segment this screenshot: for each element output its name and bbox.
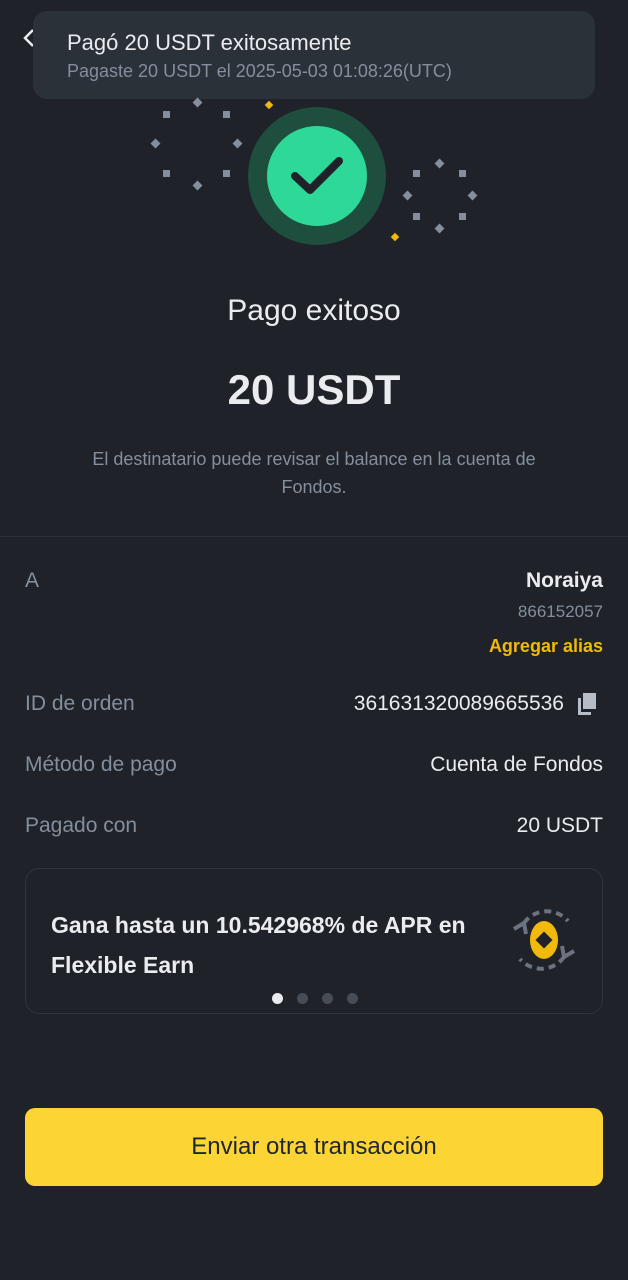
recipient-id: 866152057 (517, 602, 603, 621)
result-amount: 20 USDT (227, 366, 401, 413)
carousel-dots (26, 993, 604, 1004)
section-divider (0, 536, 628, 537)
confetti-icon (264, 100, 274, 110)
confetti-icon (413, 170, 420, 177)
success-illustration (0, 0, 628, 260)
paid-with-value: 20 USDT (516, 814, 603, 837)
paid-with-label: Pagado con (25, 814, 138, 837)
order-id-value: 361631320089665536 (353, 692, 564, 715)
order-id-label: ID de orden (25, 692, 135, 715)
confetti-icon (223, 111, 230, 118)
carousel-dot[interactable] (347, 993, 358, 1004)
confetti-icon (459, 170, 466, 177)
confetti-icon (150, 138, 161, 149)
confetti-icon (192, 97, 203, 108)
flexible-earn-coin-icon (510, 899, 578, 981)
confetti-icon (390, 232, 400, 242)
recipient-name: Noraiya (525, 569, 603, 592)
payment-success-screen: Pagó 20 USDT exitosamente Pagaste 20 USD… (0, 0, 628, 1280)
confetti-icon (434, 158, 445, 169)
result-note: El destinatario puede revisar el balance… (92, 449, 536, 497)
payment-method-label: Método de pago (25, 753, 177, 776)
send-another-button[interactable]: Enviar otra transacción (25, 1108, 603, 1186)
confetti-icon (232, 138, 243, 149)
confetti-icon (459, 213, 466, 220)
add-alias-link[interactable]: Agregar alias (489, 636, 603, 657)
earn-promo-card[interactable]: Gana hasta un 10.542968% de APR en Flexi… (25, 868, 603, 1014)
confetti-icon (163, 170, 170, 177)
payment-method-value: Cuenta de Fondos (430, 753, 603, 776)
confetti-icon (413, 213, 420, 220)
carousel-dot[interactable] (297, 993, 308, 1004)
success-check-icon (267, 126, 367, 226)
result-title: Pago exitoso (227, 294, 401, 327)
carousel-dot[interactable] (322, 993, 333, 1004)
promo-text: Gana hasta un 10.542968% de APR en Flexi… (51, 912, 466, 978)
confetti-icon (163, 111, 170, 118)
carousel-dot[interactable] (272, 993, 283, 1004)
confetti-icon (223, 170, 230, 177)
confetti-icon (192, 180, 203, 191)
copy-icon[interactable] (576, 692, 598, 716)
confetti-icon (402, 190, 413, 201)
recipient-label: A (25, 569, 40, 592)
confetti-icon (467, 190, 478, 201)
confetti-icon (434, 223, 445, 234)
